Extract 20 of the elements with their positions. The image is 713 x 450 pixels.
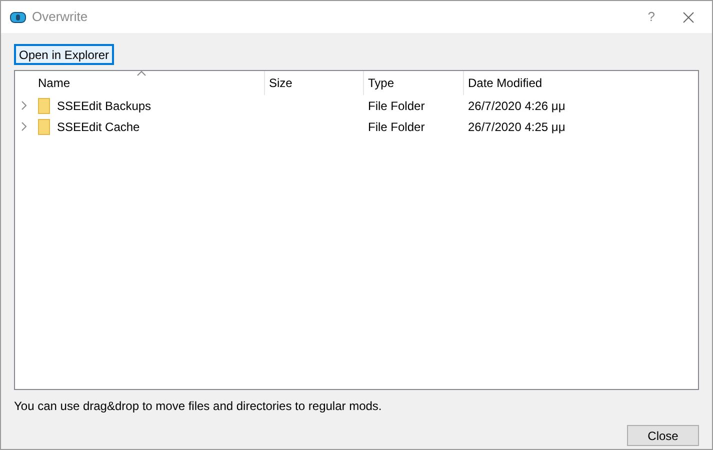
open-in-explorer-button[interactable]: Open in Explorer [14,44,114,65]
date-modified: 26/7/2020 4:25 μμ [468,120,566,134]
close-icon[interactable] [683,12,694,22]
tree-row[interactable]: SSEEdit Backups File Folder 26/7/2020 4:26 μμ [15,95,698,116]
date-modified: 26/7/2020 4:26 μμ [468,98,566,112]
file-name: SSEEdit Cache [57,118,140,136]
folder-icon [38,98,50,114]
file-name: SSEEdit Backups [57,98,152,114]
column-header[interactable]: Size [265,71,364,95]
column-header[interactable]: Date Modified [464,71,698,95]
window-title: Overwrite [32,8,88,26]
column-header[interactable]: Type [364,71,464,95]
tree-row[interactable]: SSEEdit Cache File Folder 26/7/2020 4:25 μμ [15,116,698,137]
folder-icon [38,118,50,134]
column-header[interactable]: Name [15,71,265,95]
app-logo-icon [10,12,26,22]
file-type: File Folder [368,120,425,134]
close-button[interactable]: Close [627,425,699,446]
file-type: File Folder [368,98,425,112]
hint-text: You can use drag&drop to move files and directories to regular mods. [14,398,382,415]
